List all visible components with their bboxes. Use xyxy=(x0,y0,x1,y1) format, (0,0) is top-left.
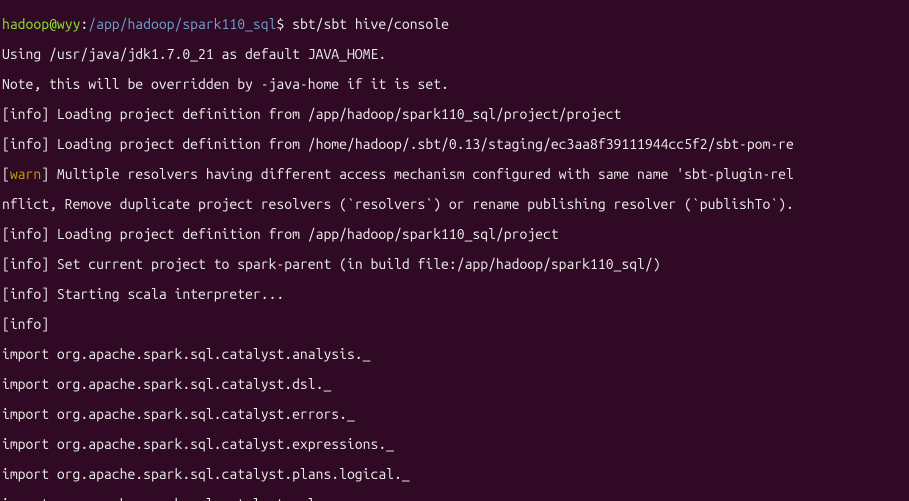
terminal-line: Using /usr/java/jdk1.7.0_21 as default J… xyxy=(2,47,907,62)
bracket: [ xyxy=(2,316,10,332)
terminal-line: import org.apache.spark.sql.catalyst.pla… xyxy=(2,467,907,482)
prompt-path: /app/hadoop/spark110_sql xyxy=(88,16,276,32)
bracket: [ xyxy=(2,286,10,302)
bracket: [ xyxy=(2,256,10,272)
terminal-line: [info] Set current project to spark-pare… xyxy=(2,257,907,272)
info-tag: info xyxy=(10,316,41,332)
terminal-line: import org.apache.spark.sql.catalyst.err… xyxy=(2,407,907,422)
terminal-line: [info] Loading project definition from /… xyxy=(2,227,907,242)
terminal-line: import org.apache.spark.sql.catalyst.dsl… xyxy=(2,377,907,392)
terminal-line: [info] xyxy=(2,317,907,332)
prompt-at: @ xyxy=(49,16,57,32)
line-text: ] Loading project definition from /app/h… xyxy=(41,226,558,242)
terminal-line: [info] Starting scala interpreter... xyxy=(2,287,907,302)
line-text: ] xyxy=(41,316,57,332)
terminal-line: [info] Loading project definition from /… xyxy=(2,137,907,152)
terminal-line: nflict, Remove duplicate project resolve… xyxy=(2,197,907,212)
bracket: [ xyxy=(2,166,10,182)
terminal-line: Note, this will be overridden by -java-h… xyxy=(2,77,907,92)
terminal-line: import org.apache.spark.sql.catalyst.ana… xyxy=(2,347,907,362)
prompt-host: wyy xyxy=(57,16,81,32)
terminal-line: [info] Loading project definition from /… xyxy=(2,107,907,122)
terminal-window[interactable]: hadoop@wyy:/app/hadoop/spark110_sql$ sbt… xyxy=(0,0,909,501)
bracket: [ xyxy=(2,136,10,152)
bracket: [ xyxy=(2,106,10,122)
info-tag: info xyxy=(10,136,41,152)
line-text: ] Multiple resolvers having different ac… xyxy=(41,166,794,182)
info-tag: info xyxy=(10,286,41,302)
info-tag: info xyxy=(10,226,41,242)
bracket: [ xyxy=(2,226,10,242)
info-tag: info xyxy=(10,106,41,122)
line-text: ] Loading project definition from /home/… xyxy=(41,136,794,152)
prompt-user: hadoop xyxy=(2,16,49,32)
line-text: ] Loading project definition from /app/h… xyxy=(41,106,621,122)
terminal-line-prompt: hadoop@wyy:/app/hadoop/spark110_sql$ sbt… xyxy=(2,17,907,32)
line-text: ] Set current project to spark-parent (i… xyxy=(41,256,660,272)
warn-tag: warn xyxy=(10,166,41,182)
terminal-line: import org.apache.spark.sql.catalyst.rul… xyxy=(2,497,907,501)
prompt-command: sbt/sbt hive/console xyxy=(284,16,449,32)
terminal-line: import org.apache.spark.sql.catalyst.exp… xyxy=(2,437,907,452)
info-tag: info xyxy=(10,256,41,272)
line-text: ] Starting scala interpreter... xyxy=(41,286,284,302)
terminal-line: [warn] Multiple resolvers having differe… xyxy=(2,167,907,182)
